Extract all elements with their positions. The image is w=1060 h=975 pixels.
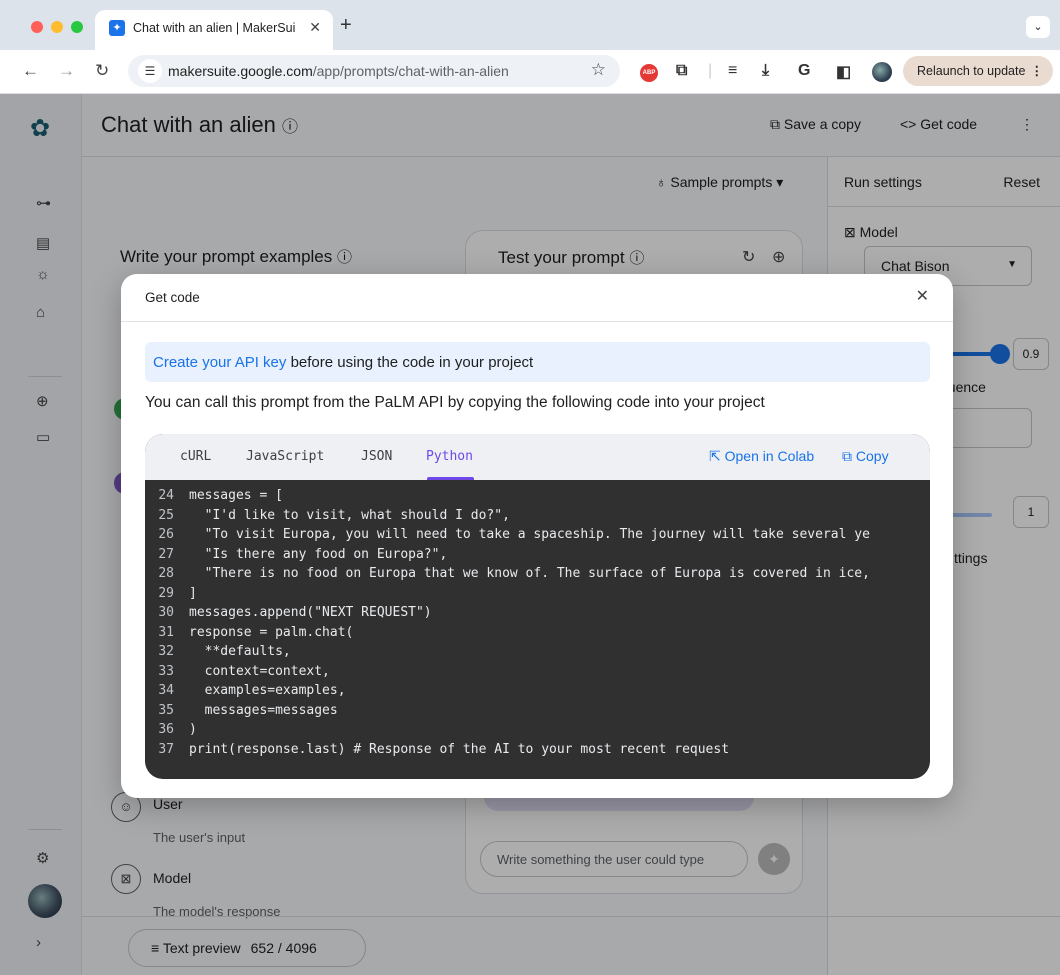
code-text: "Is there any food on Europa?",	[189, 546, 448, 562]
code-line: 34 examples=examples,	[145, 681, 346, 700]
code-line: 30 messages.append("NEXT REQUEST")	[145, 603, 432, 622]
code-text: )	[189, 722, 197, 737]
new-tab-button[interactable]: +	[340, 14, 352, 37]
api-key-banner: Create your API key before using the cod…	[145, 342, 930, 382]
code-line: 37 print(response.last) # Response of the…	[145, 740, 729, 759]
tab-python[interactable]: Python	[426, 449, 473, 464]
code-line: 27 "Is there any food on Europa?",	[145, 545, 447, 564]
tab-curl[interactable]: cURL	[180, 449, 211, 464]
code-line: 26 "To visit Europa, you will need to ta…	[145, 525, 870, 544]
window-minimize-button[interactable]	[51, 21, 63, 33]
line-number: 27	[158, 546, 174, 562]
line-number: 25	[158, 507, 174, 523]
tab-javascript[interactable]: JavaScript	[246, 449, 324, 464]
code-text: ]	[189, 585, 197, 601]
extensions-puzzle-icon[interactable]: ⧉	[676, 62, 687, 80]
get-code-dialog: Get code ✕ Create your API key before us…	[121, 274, 953, 798]
language-tabs: cURL JavaScript JSON Python ⇱ Open in Co…	[145, 434, 930, 480]
code-line: 36)	[145, 720, 197, 739]
line-number: 34	[158, 683, 174, 698]
active-tab-indicator	[427, 477, 474, 480]
create-api-key-link[interactable]: Create your API key	[153, 354, 286, 371]
code-line: 32 **defaults,	[145, 642, 291, 661]
window-close-button[interactable]	[31, 21, 43, 33]
line-number: 29	[158, 585, 174, 601]
code-text: context=context,	[189, 663, 330, 679]
code-text: messages=messages	[189, 702, 338, 718]
tab-close-icon[interactable]: ✕	[309, 19, 321, 36]
bookmark-star-icon[interactable]: ☆	[591, 60, 606, 80]
tab-title: Chat with an alien | MakerSui	[133, 21, 296, 35]
site-info-icon[interactable]: ☰	[138, 59, 162, 83]
close-icon[interactable]: ✕	[916, 286, 929, 306]
toolbar-divider: |	[708, 62, 713, 79]
back-arrow-icon[interactable]: ←	[22, 61, 39, 81]
reading-list-icon[interactable]: ≡	[728, 62, 737, 80]
code-line: 31 response = palm.chat(	[145, 623, 353, 642]
window-zoom-button[interactable]	[71, 21, 83, 33]
line-number: 32	[158, 644, 174, 659]
tab-json[interactable]: JSON	[361, 449, 392, 464]
code-line: 35 messages=messages	[145, 701, 338, 720]
code-text: "There is no food on Europa that we know…	[189, 566, 870, 581]
more-vert-icon: ⋮	[1030, 64, 1044, 78]
line-number: 36	[158, 722, 174, 737]
dialog-divider	[121, 321, 953, 322]
side-panel-icon[interactable]: ◧	[836, 62, 851, 82]
dialog-description: You can call this prompt from the PaLM A…	[145, 394, 765, 411]
line-number: 37	[158, 741, 174, 757]
line-number: 26	[158, 527, 174, 542]
code-text: messages = [	[189, 488, 283, 503]
address-bar[interactable]: ☰ makersuite.google.com/app/prompts/chat…	[128, 55, 620, 87]
copy-button[interactable]: ⧉ Copy	[842, 448, 889, 465]
code-text: "To visit Europa, you will need to take …	[189, 527, 870, 542]
line-number: 28	[158, 566, 174, 581]
code-text: messages.append("NEXT REQUEST")	[189, 605, 432, 620]
open-in-colab-button[interactable]: ⇱ Open in Colab	[709, 448, 814, 465]
line-number: 33	[158, 663, 174, 679]
browser-toolbar: ← → ↻ ☰ makersuite.google.com/app/prompt…	[0, 50, 1060, 94]
address-url: makersuite.google.com/app/prompts/chat-w…	[168, 63, 509, 79]
code-text: response = palm.chat(	[189, 624, 354, 640]
code-text: examples=examples,	[189, 683, 346, 698]
line-number: 31	[158, 624, 174, 640]
code-line: 33 context=context,	[145, 662, 330, 681]
dialog-title: Get code	[145, 290, 200, 305]
open-external-icon: ⇱	[709, 448, 721, 464]
line-number: 24	[158, 488, 174, 503]
code-viewer: cURL JavaScript JSON Python ⇱ Open in Co…	[145, 434, 930, 779]
code-line: 28 "There is no food on Europa that we k…	[145, 564, 870, 583]
relaunch-button[interactable]: Relaunch to update ⋮	[903, 56, 1053, 86]
code-line: 25 "I'd like to visit, what should I do?…	[145, 506, 510, 525]
line-number: 30	[158, 605, 174, 620]
profile-avatar[interactable]	[872, 62, 892, 82]
copy-icon: ⧉	[842, 448, 852, 464]
makersuite-favicon-icon: ✦	[109, 20, 125, 36]
tab-search-chevron-icon[interactable]: ⌄	[1026, 16, 1050, 38]
reload-icon[interactable]: ↻	[95, 61, 109, 81]
code-line: 24 messages = [	[145, 486, 283, 505]
forward-arrow-icon[interactable]: →	[58, 61, 75, 81]
adblock-icon[interactable]: ABP	[640, 64, 658, 82]
code-text: print(response.last) # Response of the A…	[189, 741, 730, 757]
code-text: "I'd like to visit, what should I do?",	[189, 507, 510, 523]
code-text: **defaults,	[189, 644, 291, 659]
browser-tab-active[interactable]: ✦ Chat with an alien | MakerSui ✕	[95, 10, 333, 50]
code-line: 29]	[145, 584, 197, 603]
browser-tab-bar: ✦ Chat with an alien | MakerSui ✕ + ⌄	[0, 0, 1060, 50]
grammarly-icon[interactable]: G	[798, 62, 810, 80]
download-icon[interactable]: ⤓	[762, 62, 769, 80]
line-number: 35	[158, 702, 174, 718]
